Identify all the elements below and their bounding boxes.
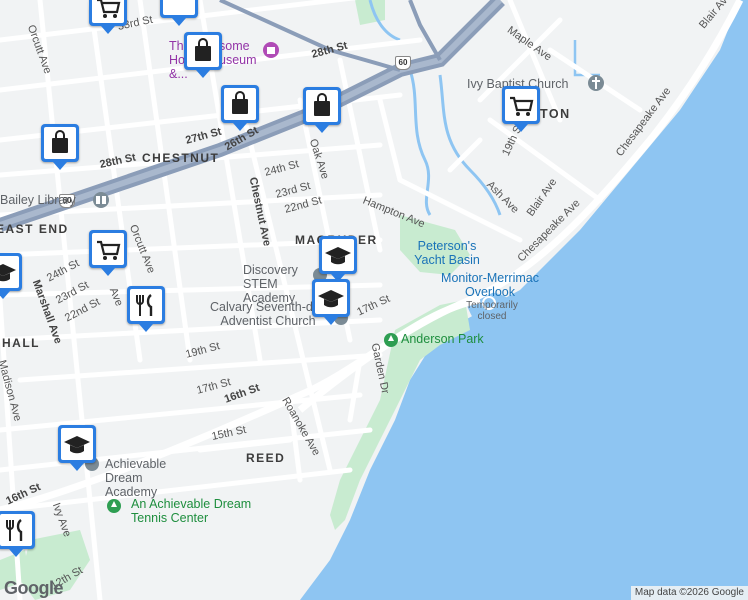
school-marker[interactable] <box>319 236 357 282</box>
overlook-label[interactable]: Monitor-Merrimac Overlook <box>435 271 545 300</box>
shopping-bag-marker[interactable] <box>303 87 341 133</box>
park-label[interactable]: Anderson Park <box>401 332 484 347</box>
school-marker[interactable] <box>58 425 96 471</box>
school-marker[interactable] <box>0 253 22 299</box>
yacht-basin-label[interactable]: Peterson's Yacht Basin <box>402 239 492 268</box>
shopping-bag-icon <box>52 130 68 153</box>
shopping-bag-icon <box>314 93 330 116</box>
shopping-bag-marker[interactable] <box>184 32 222 78</box>
ton-label: TON <box>540 107 571 121</box>
library-label[interactable]: Bailey Library <box>0 193 76 208</box>
tennis-center-label[interactable]: An Achievable Dream Tennis Center <box>131 497 267 526</box>
neighborhood-label: EAST END <box>0 222 69 236</box>
neighborhood-label: CHESTNUT <box>142 151 220 165</box>
achievable-academy-label[interactable]: Achievable Dream Academy <box>105 457 197 499</box>
shopping-cart-icon <box>97 0 121 18</box>
shopping-cart-marker[interactable] <box>89 0 127 34</box>
shopping-cart-marker[interactable] <box>89 230 127 276</box>
shopping-cart-icon <box>97 240 121 260</box>
school-marker[interactable] <box>312 279 350 325</box>
shopping-bag-icon <box>232 91 248 114</box>
restaurant-marker[interactable] <box>0 511 35 557</box>
graduation-cap-icon <box>325 247 351 265</box>
shopping-cart-icon <box>510 96 534 116</box>
google-logo[interactable]: Google <box>4 578 64 599</box>
overlook-status: Temporarily closed <box>466 300 518 322</box>
shopping-cart-marker[interactable] <box>502 86 540 132</box>
graduation-cap-icon <box>64 436 90 454</box>
library-pin-icon <box>93 192 109 208</box>
tennis-pin-icon <box>107 499 121 513</box>
map-attribution[interactable]: Map data ©2026 Google <box>630 586 748 600</box>
church-pin-icon <box>588 75 604 91</box>
map-marker[interactable] <box>160 0 198 26</box>
shopping-bag-icon <box>195 38 211 61</box>
highway-shield: 60 <box>395 56 411 70</box>
graduation-cap-icon <box>318 290 344 308</box>
fork-knife-icon <box>6 519 23 541</box>
park-pin-icon <box>384 333 398 347</box>
shopping-bag-marker[interactable] <box>41 124 79 170</box>
shopping-bag-marker[interactable] <box>221 85 259 131</box>
neighborhood-label: HALL <box>2 336 40 350</box>
neighborhood-label: REED <box>246 451 286 465</box>
restaurant-marker[interactable] <box>127 286 165 332</box>
graduation-cap-icon <box>0 264 16 282</box>
fork-knife-icon <box>136 294 153 316</box>
